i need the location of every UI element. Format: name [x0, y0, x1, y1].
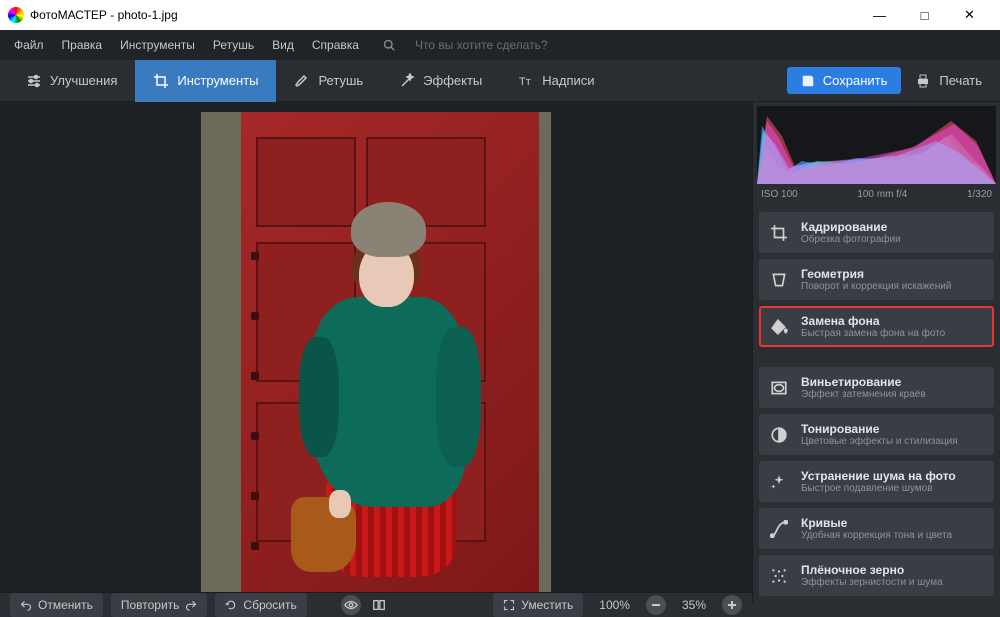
tool-geometry-desc: Поворот и коррекция искажений — [801, 281, 951, 292]
tab-enhance-label: Улучшения — [50, 73, 117, 88]
search-hint[interactable]: Что вы хотите сделать? — [407, 34, 556, 56]
crop-icon — [153, 73, 169, 89]
redo-label: Повторить — [121, 598, 180, 612]
undo-label: Отменить — [38, 598, 93, 612]
canvas-view[interactable] — [0, 102, 752, 592]
tab-effects-label: Эффекты — [423, 73, 482, 88]
tool-geometry-title: Геометрия — [801, 267, 951, 281]
reset-icon — [225, 599, 237, 611]
tool-crop-desc: Обрезка фотографии — [801, 234, 901, 245]
tool-replace-bg[interactable]: Замена фона Быстрая замена фона на фото — [759, 306, 994, 347]
eye-button[interactable] — [341, 595, 361, 615]
brush-icon — [294, 73, 310, 89]
tab-tools-label: Инструменты — [177, 73, 258, 88]
sidebar: ISO 100 100 mm f/4 1/320 Кадрирование Об… — [752, 102, 1000, 603]
tool-curves-desc: Удобная коррекция тона и цвета — [801, 530, 952, 541]
minimize-button[interactable]: — — [857, 0, 902, 30]
tool-crop-title: Кадрирование — [801, 220, 901, 234]
tab-retouch-label: Ретушь — [318, 73, 363, 88]
titlebar: ФотоМАСТЕР - photo-1.jpg — □ ✕ — [0, 0, 1000, 30]
menu-tools[interactable]: Инструменты — [112, 34, 203, 56]
wand-icon — [399, 73, 415, 89]
main-tabs: Улучшения Инструменты Ретушь Эффекты Tт … — [0, 60, 1000, 102]
tool-curves[interactable]: Кривые Удобная коррекция тона и цвета — [759, 508, 994, 549]
zoom-out-button[interactable] — [646, 595, 666, 615]
zoom-in-button[interactable] — [722, 595, 742, 615]
tab-captions[interactable]: Tт Надписи — [500, 60, 612, 102]
tool-geometry[interactable]: Геометрия Поворот и коррекция искажений — [759, 259, 994, 300]
menu-help[interactable]: Справка — [304, 34, 367, 56]
tool-toning-desc: Цветовые эффекты и стилизация — [801, 436, 958, 447]
tool-denoise-title: Устранение шума на фото — [801, 469, 956, 483]
tab-tools[interactable]: Инструменты — [135, 60, 276, 102]
zoom-value: 35% — [674, 598, 714, 612]
menu-file[interactable]: Файл — [6, 34, 52, 56]
fit-icon — [503, 599, 515, 611]
print-button[interactable]: Печать — [915, 73, 982, 89]
svg-text:Tт: Tт — [519, 76, 531, 88]
grain-icon — [769, 566, 789, 586]
tool-list: Кадрирование Обрезка фотографии Геометри… — [753, 206, 1000, 602]
menubar: Файл Правка Инструменты Ретушь Вид Справ… — [0, 30, 1000, 60]
tool-grain-title: Плёночное зерно — [801, 563, 943, 577]
print-icon — [915, 73, 931, 89]
save-button[interactable]: Сохранить — [787, 67, 902, 94]
tool-vignette-desc: Эффект затемнения краёв — [801, 389, 926, 400]
tool-denoise-desc: Быстрое подавление шумов — [801, 483, 956, 494]
reset-button[interactable]: Сбросить — [215, 593, 306, 617]
maximize-button[interactable]: □ — [902, 0, 947, 30]
compare-button[interactable] — [369, 595, 389, 615]
sparkle-icon — [769, 472, 789, 492]
redo-icon — [185, 599, 197, 611]
tool-replace-bg-title: Замена фона — [801, 314, 945, 328]
sliders-icon — [26, 73, 42, 89]
save-icon — [801, 74, 815, 88]
curves-icon — [769, 519, 789, 539]
histogram-info: ISO 100 100 mm f/4 1/320 — [753, 186, 1000, 206]
photo-preview — [201, 112, 551, 592]
vignette-icon — [769, 378, 789, 398]
histogram[interactable] — [757, 106, 996, 184]
tab-effects[interactable]: Эффекты — [381, 60, 500, 102]
redo-button[interactable]: Повторить — [111, 593, 208, 617]
tab-retouch[interactable]: Ретушь — [276, 60, 381, 102]
close-button[interactable]: ✕ — [947, 0, 992, 30]
tool-grain[interactable]: Плёночное зерно Эффекты зернистости и шу… — [759, 555, 994, 596]
text-icon: Tт — [518, 73, 534, 89]
zoom-100[interactable]: 100% — [591, 598, 638, 612]
undo-icon — [20, 599, 32, 611]
menu-edit[interactable]: Правка — [54, 34, 111, 56]
crop-icon — [769, 223, 789, 243]
tool-vignette-title: Виньетирование — [801, 375, 926, 389]
fit-label: Уместить — [521, 598, 573, 612]
tool-crop[interactable]: Кадрирование Обрезка фотографии — [759, 212, 994, 253]
search-icon — [375, 35, 403, 55]
tool-vignette[interactable]: Виньетирование Эффект затемнения краёв — [759, 367, 994, 408]
fit-button[interactable]: Уместить — [493, 593, 583, 617]
bottombar: Отменить Повторить Сбросить — [0, 592, 752, 617]
window-title: ФотоМАСТЕР - photo-1.jpg — [30, 8, 178, 22]
iso-value: ISO 100 — [761, 189, 798, 200]
tab-captions-label: Надписи — [542, 73, 594, 88]
undo-button[interactable]: Отменить — [10, 593, 103, 617]
canvas-area: Отменить Повторить Сбросить — [0, 102, 752, 603]
tab-enhance[interactable]: Улучшения — [8, 60, 135, 102]
bucket-icon — [769, 317, 789, 337]
tool-toning[interactable]: Тонирование Цветовые эффекты и стилизаци… — [759, 414, 994, 455]
menu-retouch[interactable]: Ретушь — [205, 34, 262, 56]
tool-denoise[interactable]: Устранение шума на фото Быстрое подавлен… — [759, 461, 994, 502]
app-icon — [8, 7, 24, 23]
shutter-value: 1/320 — [967, 189, 992, 200]
reset-label: Сбросить — [243, 598, 296, 612]
save-label: Сохранить — [823, 73, 888, 88]
tool-toning-title: Тонирование — [801, 422, 958, 436]
perspective-icon — [769, 270, 789, 290]
tool-grain-desc: Эффекты зернистости и шума — [801, 577, 943, 588]
print-label: Печать — [939, 73, 982, 88]
tool-replace-bg-desc: Быстрая замена фона на фото — [801, 328, 945, 339]
tool-curves-title: Кривые — [801, 516, 952, 530]
contrast-icon — [769, 425, 789, 445]
lens-value: 100 mm f/4 — [857, 189, 907, 200]
menu-view[interactable]: Вид — [264, 34, 302, 56]
